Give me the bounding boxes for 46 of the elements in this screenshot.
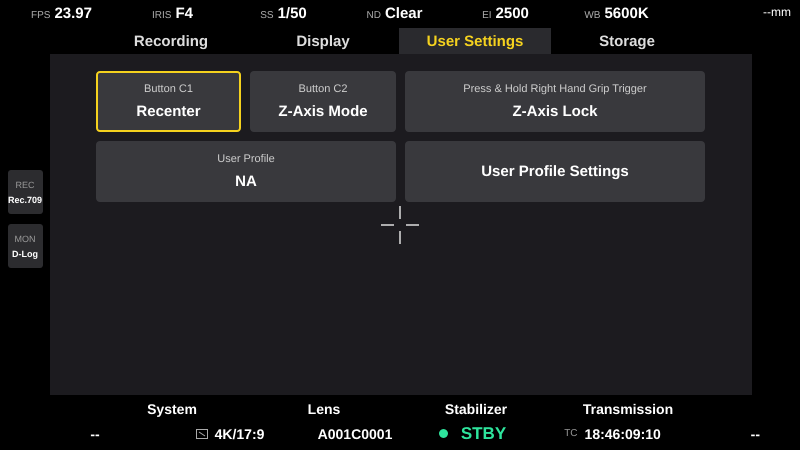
tab[interactable]: User Settings (399, 28, 551, 54)
card-value: Z-Axis Mode (278, 103, 368, 120)
stat-value: 23.97 (54, 5, 92, 22)
crosshair-icon (381, 206, 419, 244)
status-value: -- (90, 426, 100, 442)
card-title: Button C2 (298, 83, 348, 95)
stat-value: 5600K (604, 5, 649, 22)
frame-icon (196, 428, 208, 438)
stat-value: --mm (763, 5, 791, 19)
status-value: 4K/17:9 (214, 426, 264, 442)
stat-label: SS (260, 10, 274, 21)
tab[interactable]: Display (247, 28, 399, 54)
status-value: 18:46:09:10 (584, 426, 661, 442)
section-label[interactable]: Transmission (552, 401, 704, 421)
setting-card[interactable]: User Profile Settings (405, 141, 705, 202)
stat-label: EI (482, 10, 492, 21)
stat-label: IRIS (152, 10, 172, 21)
stat-label: WB (584, 10, 600, 21)
stat-value: Clear (384, 5, 422, 22)
status-value: STBY (460, 424, 506, 444)
stat-label: FPS (31, 10, 50, 21)
setting-card[interactable]: Press & Hold Right Hand Grip Trigger Z-Axis Lock (405, 71, 705, 132)
section-label[interactable]: Stabilizer (400, 401, 552, 421)
tab[interactable]: Recording (95, 28, 247, 54)
card-value: Z-Axis Lock (512, 103, 598, 120)
value-prefix: TC (564, 428, 578, 439)
stat-value: 2500 (496, 5, 529, 22)
section-label[interactable]: System (96, 401, 248, 421)
stat-value: 1/50 (278, 5, 307, 22)
card-title: User Profile (217, 153, 275, 165)
card-value: Recenter (136, 103, 201, 120)
tab[interactable]: Storage (551, 28, 703, 54)
card-value: User Profile Settings (481, 163, 629, 180)
setting-card[interactable]: Button C2 Z-Axis Mode (250, 71, 396, 132)
status-value: -- (750, 426, 760, 442)
setting-card[interactable]: User Profile NA (96, 141, 396, 202)
side-button[interactable]: MON D-Log (8, 224, 42, 268)
section-label[interactable]: Lens (248, 401, 400, 421)
card-title: Press & Hold Right Hand Grip Trigger (463, 83, 647, 95)
stat-value: F4 (175, 5, 193, 22)
card-title: Button C1 (144, 83, 193, 95)
card-value: NA (235, 173, 257, 190)
side-button[interactable]: REC Rec.709 (8, 170, 42, 214)
status-value: A001C0001 (318, 426, 392, 442)
setting-card[interactable]: Button C1 Recenter (96, 71, 241, 132)
stat-label: ND (366, 10, 381, 21)
